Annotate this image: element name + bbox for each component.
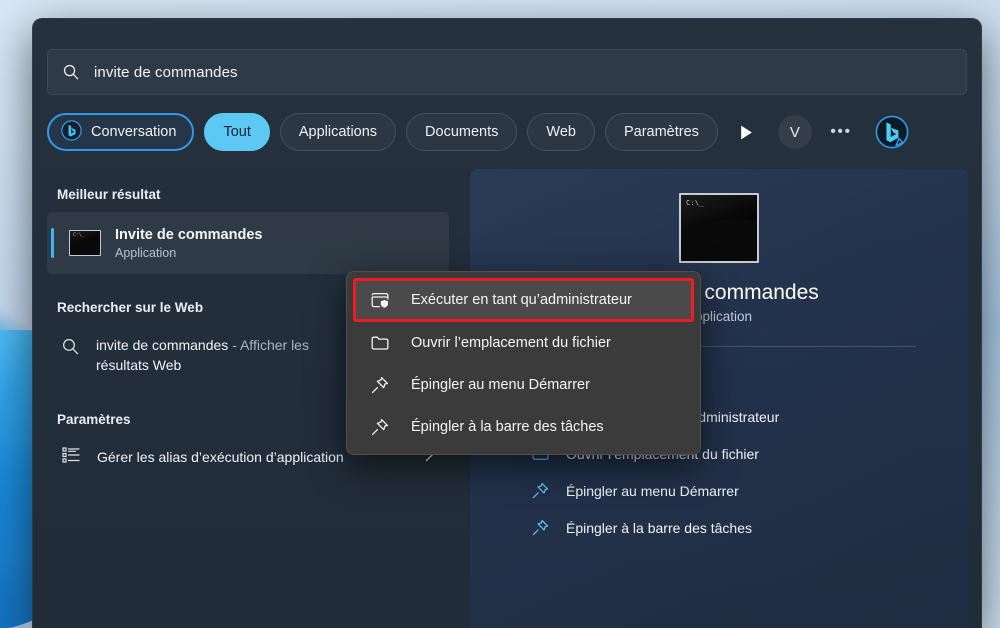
search-input-value: invite de commandes (94, 63, 238, 81)
selection-accent-bar (51, 228, 54, 258)
command-prompt-icon: C:\_ (69, 230, 101, 256)
filter-tab-applications[interactable]: Applications (279, 113, 397, 151)
pin-icon (369, 417, 391, 437)
context-menu-item-pin-to-start[interactable]: Épingler au menu Démarrer (353, 364, 694, 406)
folder-icon (369, 333, 391, 353)
pin-icon (530, 481, 550, 500)
search-filter-bar: Conversation Tout Applications Documents… (47, 109, 967, 155)
web-result-line2: résultats Web (96, 357, 182, 374)
filter-tab-label: Tout (223, 124, 251, 140)
best-match-result[interactable]: C:\_ Invite de commandes Application (47, 212, 449, 274)
list-settings-icon (61, 445, 81, 470)
web-result-suffix: - Afficher les (232, 337, 309, 353)
context-menu-item-label: Exécuter en tant qu’administrateur (411, 292, 632, 308)
search-icon (62, 63, 80, 81)
detail-icon-wrapper: C:\_ (470, 193, 968, 263)
filter-tab-label: Documents (425, 124, 499, 140)
filter-tab-label: Applications (298, 124, 378, 140)
search-icon (61, 337, 80, 361)
context-menu-item-run-as-admin[interactable]: Exécuter en tant qu’administrateur (353, 278, 694, 322)
ellipsis-icon[interactable]: ••• (824, 115, 858, 149)
detail-action-pin-to-start[interactable]: Épingler au menu Démarrer (470, 472, 968, 509)
pin-icon (369, 375, 391, 395)
filter-tab-documents[interactable]: Documents (406, 113, 518, 151)
desktop-background: invite de commandes Conversation Tout Ap… (0, 0, 1000, 628)
context-menu-item-pin-to-taskbar[interactable]: Épingler à la barre des tâches (353, 406, 694, 448)
shield-window-icon (369, 290, 391, 310)
best-match-title: Invite de commandes (115, 226, 263, 243)
filter-tab-parametres[interactable]: Paramètres (604, 113, 718, 151)
detail-action-label: Épingler à la barre des tâches (566, 519, 752, 536)
bing-chat-icon (61, 119, 82, 145)
bing-icon[interactable] (872, 112, 912, 152)
context-menu: Exécuter en tant qu’administrateur Ouvri… (346, 271, 701, 455)
context-menu-item-label: Épingler au menu Démarrer (411, 377, 590, 393)
settings-result-label: Gérer les alias d’exécution d’applicatio… (97, 448, 344, 465)
filter-conversation-label: Conversation (91, 124, 177, 140)
avatar[interactable]: V (777, 115, 812, 149)
context-menu-item-label: Épingler à la barre des tâches (411, 419, 604, 435)
filter-tab-label: Paramètres (623, 124, 699, 140)
command-prompt-icon: C:\_ (679, 193, 759, 263)
windows-search-flyout: invite de commandes Conversation Tout Ap… (32, 18, 982, 628)
detail-action-label: Épingler au menu Démarrer (566, 482, 739, 499)
best-match-subtitle: Application (115, 246, 177, 261)
pin-icon (530, 518, 550, 537)
filter-tab-label: Web (546, 124, 576, 140)
play-arrow-icon[interactable] (732, 117, 762, 147)
search-input[interactable]: invite de commandes (47, 49, 967, 95)
context-menu-item-open-file-location[interactable]: Ouvrir l’emplacement du fichier (353, 322, 694, 364)
detail-action-pin-to-taskbar[interactable]: Épingler à la barre des tâches (470, 509, 968, 546)
avatar-label: V (789, 123, 800, 141)
filter-conversation[interactable]: Conversation (47, 113, 195, 151)
context-menu-item-label: Ouvrir l’emplacement du fichier (411, 335, 611, 351)
filter-tab-web[interactable]: Web (527, 113, 595, 151)
web-result-query: invite de commandes (96, 337, 229, 353)
filter-tab-tout[interactable]: Tout (204, 113, 270, 151)
best-match-heading: Meilleur résultat (57, 187, 161, 202)
